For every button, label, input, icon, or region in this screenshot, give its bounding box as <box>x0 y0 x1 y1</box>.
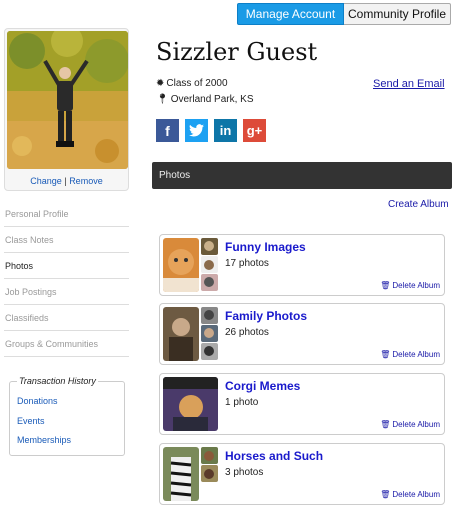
album-card[interactable]: Corgi Memes 1 photo 🗑︎ Delete Album <box>159 373 445 435</box>
delete-album-label: Delete Album <box>392 350 440 359</box>
donations-link[interactable]: Donations <box>17 396 58 406</box>
album-cover <box>163 447 199 501</box>
delete-album-button[interactable]: 🗑︎ Delete Album <box>380 490 440 499</box>
album-card[interactable]: Family Photos 26 photos 🗑︎ Delete Album <box>159 303 445 365</box>
memberships-link[interactable]: Memberships <box>17 435 71 445</box>
social-links: f in g+ <box>156 119 266 142</box>
trash-icon: 🗑︎ <box>380 420 391 429</box>
album-photo-count: 1 photo <box>225 397 259 408</box>
twitter-icon[interactable] <box>185 119 208 142</box>
location: 📍︎ Overland Park, KS <box>156 94 254 105</box>
avatar-card: Change | Remove <box>4 28 129 191</box>
album-thumb <box>201 307 218 324</box>
facebook-icon[interactable]: f <box>156 119 179 142</box>
album-thumb <box>201 238 218 255</box>
sidebar-item-job-postings[interactable]: Job Postings <box>4 279 129 305</box>
album-cover <box>163 238 199 292</box>
sidebar-item-groups[interactable]: Groups & Communities <box>4 331 129 357</box>
delete-album-label: Delete Album <box>392 281 440 290</box>
community-profile-button[interactable]: Community Profile <box>344 3 451 25</box>
album-cover <box>163 377 218 431</box>
gear-icon: ✹ <box>156 78 165 89</box>
trash-icon: 🗑︎ <box>380 350 391 359</box>
album-title[interactable]: Corgi Memes <box>225 379 300 393</box>
account-toggle: Manage Account Community Profile <box>237 3 451 25</box>
transaction-history-box: Transaction History Donations Events Mem… <box>9 376 125 456</box>
separator: | <box>64 176 67 186</box>
album-thumb <box>201 447 218 464</box>
album-card[interactable]: Horses and Such 3 photos 🗑︎ Delete Album <box>159 443 445 505</box>
sidebar-item-photos[interactable]: Photos <box>4 253 129 279</box>
events-link[interactable]: Events <box>17 416 45 426</box>
album-photo-count: 26 photos <box>225 327 269 338</box>
album-photo-count: 17 photos <box>225 258 269 269</box>
change-photo-link[interactable]: Change <box>30 176 62 186</box>
album-thumb <box>201 256 218 273</box>
sidebar-item-classifieds[interactable]: Classifieds <box>4 305 129 331</box>
sidebar-nav: Personal Profile Class Notes Photos Job … <box>4 201 129 357</box>
album-cover <box>163 307 199 361</box>
delete-album-button[interactable]: 🗑︎ Delete Album <box>380 350 440 359</box>
album-thumb <box>201 274 218 291</box>
avatar <box>7 31 128 169</box>
manage-account-button[interactable]: Manage Account <box>237 3 344 25</box>
transaction-history-title: Transaction History <box>17 376 98 386</box>
album-photo-count: 3 photos <box>225 467 264 478</box>
sidebar-item-personal-profile[interactable]: Personal Profile <box>4 201 129 227</box>
linkedin-icon[interactable]: in <box>214 119 237 142</box>
delete-album-label: Delete Album <box>392 420 440 429</box>
avatar-actions: Change | Remove <box>5 176 128 186</box>
album-title[interactable]: Family Photos <box>225 309 307 323</box>
google-plus-icon[interactable]: g+ <box>243 119 266 142</box>
album-thumb <box>201 343 218 360</box>
create-album-link[interactable]: Create Album <box>388 199 449 210</box>
delete-album-label: Delete Album <box>392 490 440 499</box>
album-thumb <box>201 465 218 482</box>
album-title[interactable]: Horses and Such <box>225 449 323 463</box>
album-thumb <box>201 325 218 342</box>
profile-name: Sizzler Guest <box>156 38 318 66</box>
album-title[interactable]: Funny Images <box>225 240 306 254</box>
delete-album-button[interactable]: 🗑︎ Delete Album <box>380 281 440 290</box>
sidebar-item-class-notes[interactable]: Class Notes <box>4 227 129 253</box>
location-text: Overland Park, KS <box>170 94 254 105</box>
delete-album-button[interactable]: 🗑︎ Delete Album <box>380 420 440 429</box>
album-card[interactable]: Funny Images 17 photos 🗑︎ Delete Album <box>159 234 445 296</box>
class-year: ✹ Class of 2000 <box>156 78 228 89</box>
send-email-link[interactable]: Send an Email <box>373 78 445 90</box>
class-year-text: Class of 2000 <box>166 78 228 89</box>
map-pin-icon: 📍︎ <box>156 94 169 105</box>
trash-icon: 🗑︎ <box>380 490 391 499</box>
remove-photo-link[interactable]: Remove <box>69 176 103 186</box>
trash-icon: 🗑︎ <box>380 281 391 290</box>
photos-section-header: Photos <box>152 162 452 189</box>
